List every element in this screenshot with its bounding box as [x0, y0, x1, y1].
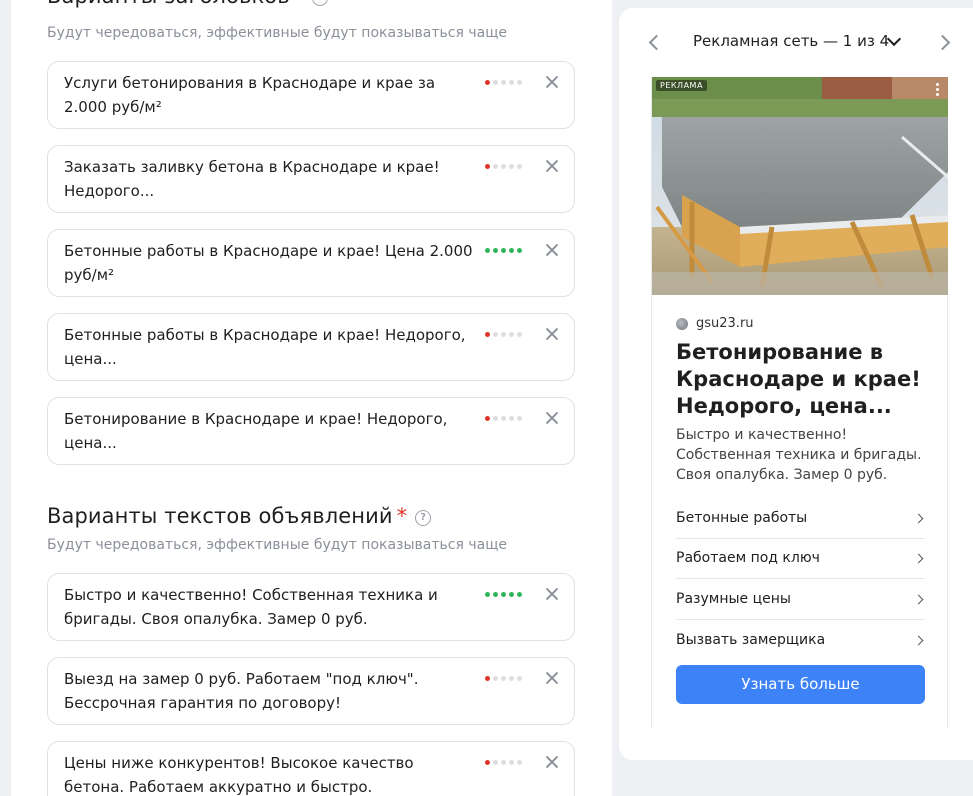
sitelink[interactable]: Бетонные работы [676, 498, 925, 539]
learn-more-button[interactable]: Узнать больше [676, 665, 925, 704]
close-icon[interactable] [544, 586, 560, 602]
ad-image: РЕКЛАМА [652, 77, 948, 295]
ad-title[interactable]: Бетонирование в Краснодаре и крае! Недор… [676, 339, 938, 420]
headlines-section-title: Варианты заголовков*? [47, 0, 329, 8]
globe-icon [676, 317, 688, 330]
chevron-right-icon [915, 635, 925, 645]
close-icon[interactable] [544, 754, 560, 770]
variant-text[interactable]: Услуги бетонирования в Краснодаре и крае… [64, 71, 474, 119]
quality-indicator [485, 676, 522, 682]
texts-section-title: Варианты текстов объявлений *? [47, 504, 432, 528]
required-mark: * [396, 504, 408, 528]
headline-variant[interactable]: Бетонные работы в Краснодаре и крае! Цен… [47, 229, 575, 297]
sitelink[interactable]: Разумные цены [676, 579, 925, 620]
text-variant[interactable]: Выезд на замер 0 руб. Работаем "под ключ… [47, 657, 575, 725]
help-icon[interactable]: ? [312, 0, 329, 6]
close-icon[interactable] [544, 670, 560, 686]
headline-variant[interactable]: Услуги бетонирования в Краснодаре и крае… [47, 61, 575, 129]
quality-indicator [485, 248, 522, 254]
sitelinks: Бетонные работы Работаем под ключ Разумн… [676, 498, 925, 660]
variant-text[interactable]: Цены ниже конкурентов! Высокое качество … [64, 751, 474, 796]
variant-text[interactable]: Бетонные работы в Краснодаре и крае! Цен… [64, 239, 474, 287]
required-mark: * [294, 0, 305, 8]
chevron-down-icon[interactable] [887, 34, 901, 44]
chevron-right-icon[interactable] [937, 35, 951, 49]
quality-indicator [485, 592, 522, 598]
help-icon[interactable]: ? [415, 510, 432, 526]
ad-text: Быстро и качественно! Собственная техник… [676, 427, 922, 483]
ad-preview-card: РЕКЛАМА gsu23.ru Бетонирование в Краснод… [651, 77, 948, 729]
variant-text[interactable]: Быстро и качественно! Собственная техник… [64, 583, 474, 631]
headlines-hint: Будут чередоваться, эффективные будут по… [47, 25, 508, 41]
chevron-right-icon [915, 513, 925, 523]
chevron-right-icon [915, 553, 925, 563]
quality-indicator [485, 80, 522, 86]
network-selector[interactable]: Рекламная сеть — 1 из 4 [693, 32, 889, 50]
concrete-foundation-photo [652, 77, 948, 295]
quality-indicator [485, 164, 522, 170]
sitelink[interactable]: Работаем под ключ [676, 539, 925, 579]
quality-indicator [485, 760, 522, 766]
ad-preview-panel: Рекламная сеть — 1 из 4 РЕКЛАМА gsu23.ru… [619, 8, 973, 760]
quality-indicator [485, 332, 522, 338]
variant-text[interactable]: Бетонные работы в Краснодаре и крае! Нед… [64, 323, 474, 371]
chevron-right-icon [915, 594, 925, 604]
text-variant[interactable]: Быстро и качественно! Собственная техник… [47, 573, 575, 641]
variant-text[interactable]: Бетонирование в Краснодаре и крае! Недор… [64, 407, 474, 455]
variant-text[interactable]: Выезд на замер 0 руб. Работаем "под ключ… [64, 667, 474, 715]
headline-variant[interactable]: Бетонирование в Краснодаре и крае! Недор… [47, 397, 575, 465]
texts-hint: Будут чередоваться, эффективные будут по… [47, 537, 508, 553]
ad-editor-panel: Варианты заголовков*? Будут чередоваться… [11, 0, 612, 796]
ad-domain[interactable]: gsu23.ru [676, 316, 754, 331]
domain-text: gsu23.ru [696, 316, 754, 331]
close-icon[interactable] [544, 326, 560, 342]
quality-indicator [485, 416, 522, 422]
ad-badge: РЕКЛАМА [656, 80, 707, 91]
sitelink[interactable]: Вызвать замерщика [676, 620, 925, 661]
headline-variant[interactable]: Бетонные работы в Краснодаре и крае! Нед… [47, 313, 575, 381]
close-icon[interactable] [544, 410, 560, 426]
close-icon[interactable] [544, 242, 560, 258]
text-variant[interactable]: Цены ниже конкурентов! Высокое качество … [47, 741, 575, 796]
variant-text[interactable]: Заказать заливку бетона в Краснодаре и к… [64, 155, 474, 203]
headline-variant[interactable]: Заказать заливку бетона в Краснодаре и к… [47, 145, 575, 213]
more-icon[interactable] [936, 83, 940, 99]
close-icon[interactable] [544, 158, 560, 174]
chevron-left-icon[interactable] [647, 35, 661, 49]
close-icon[interactable] [544, 74, 560, 90]
